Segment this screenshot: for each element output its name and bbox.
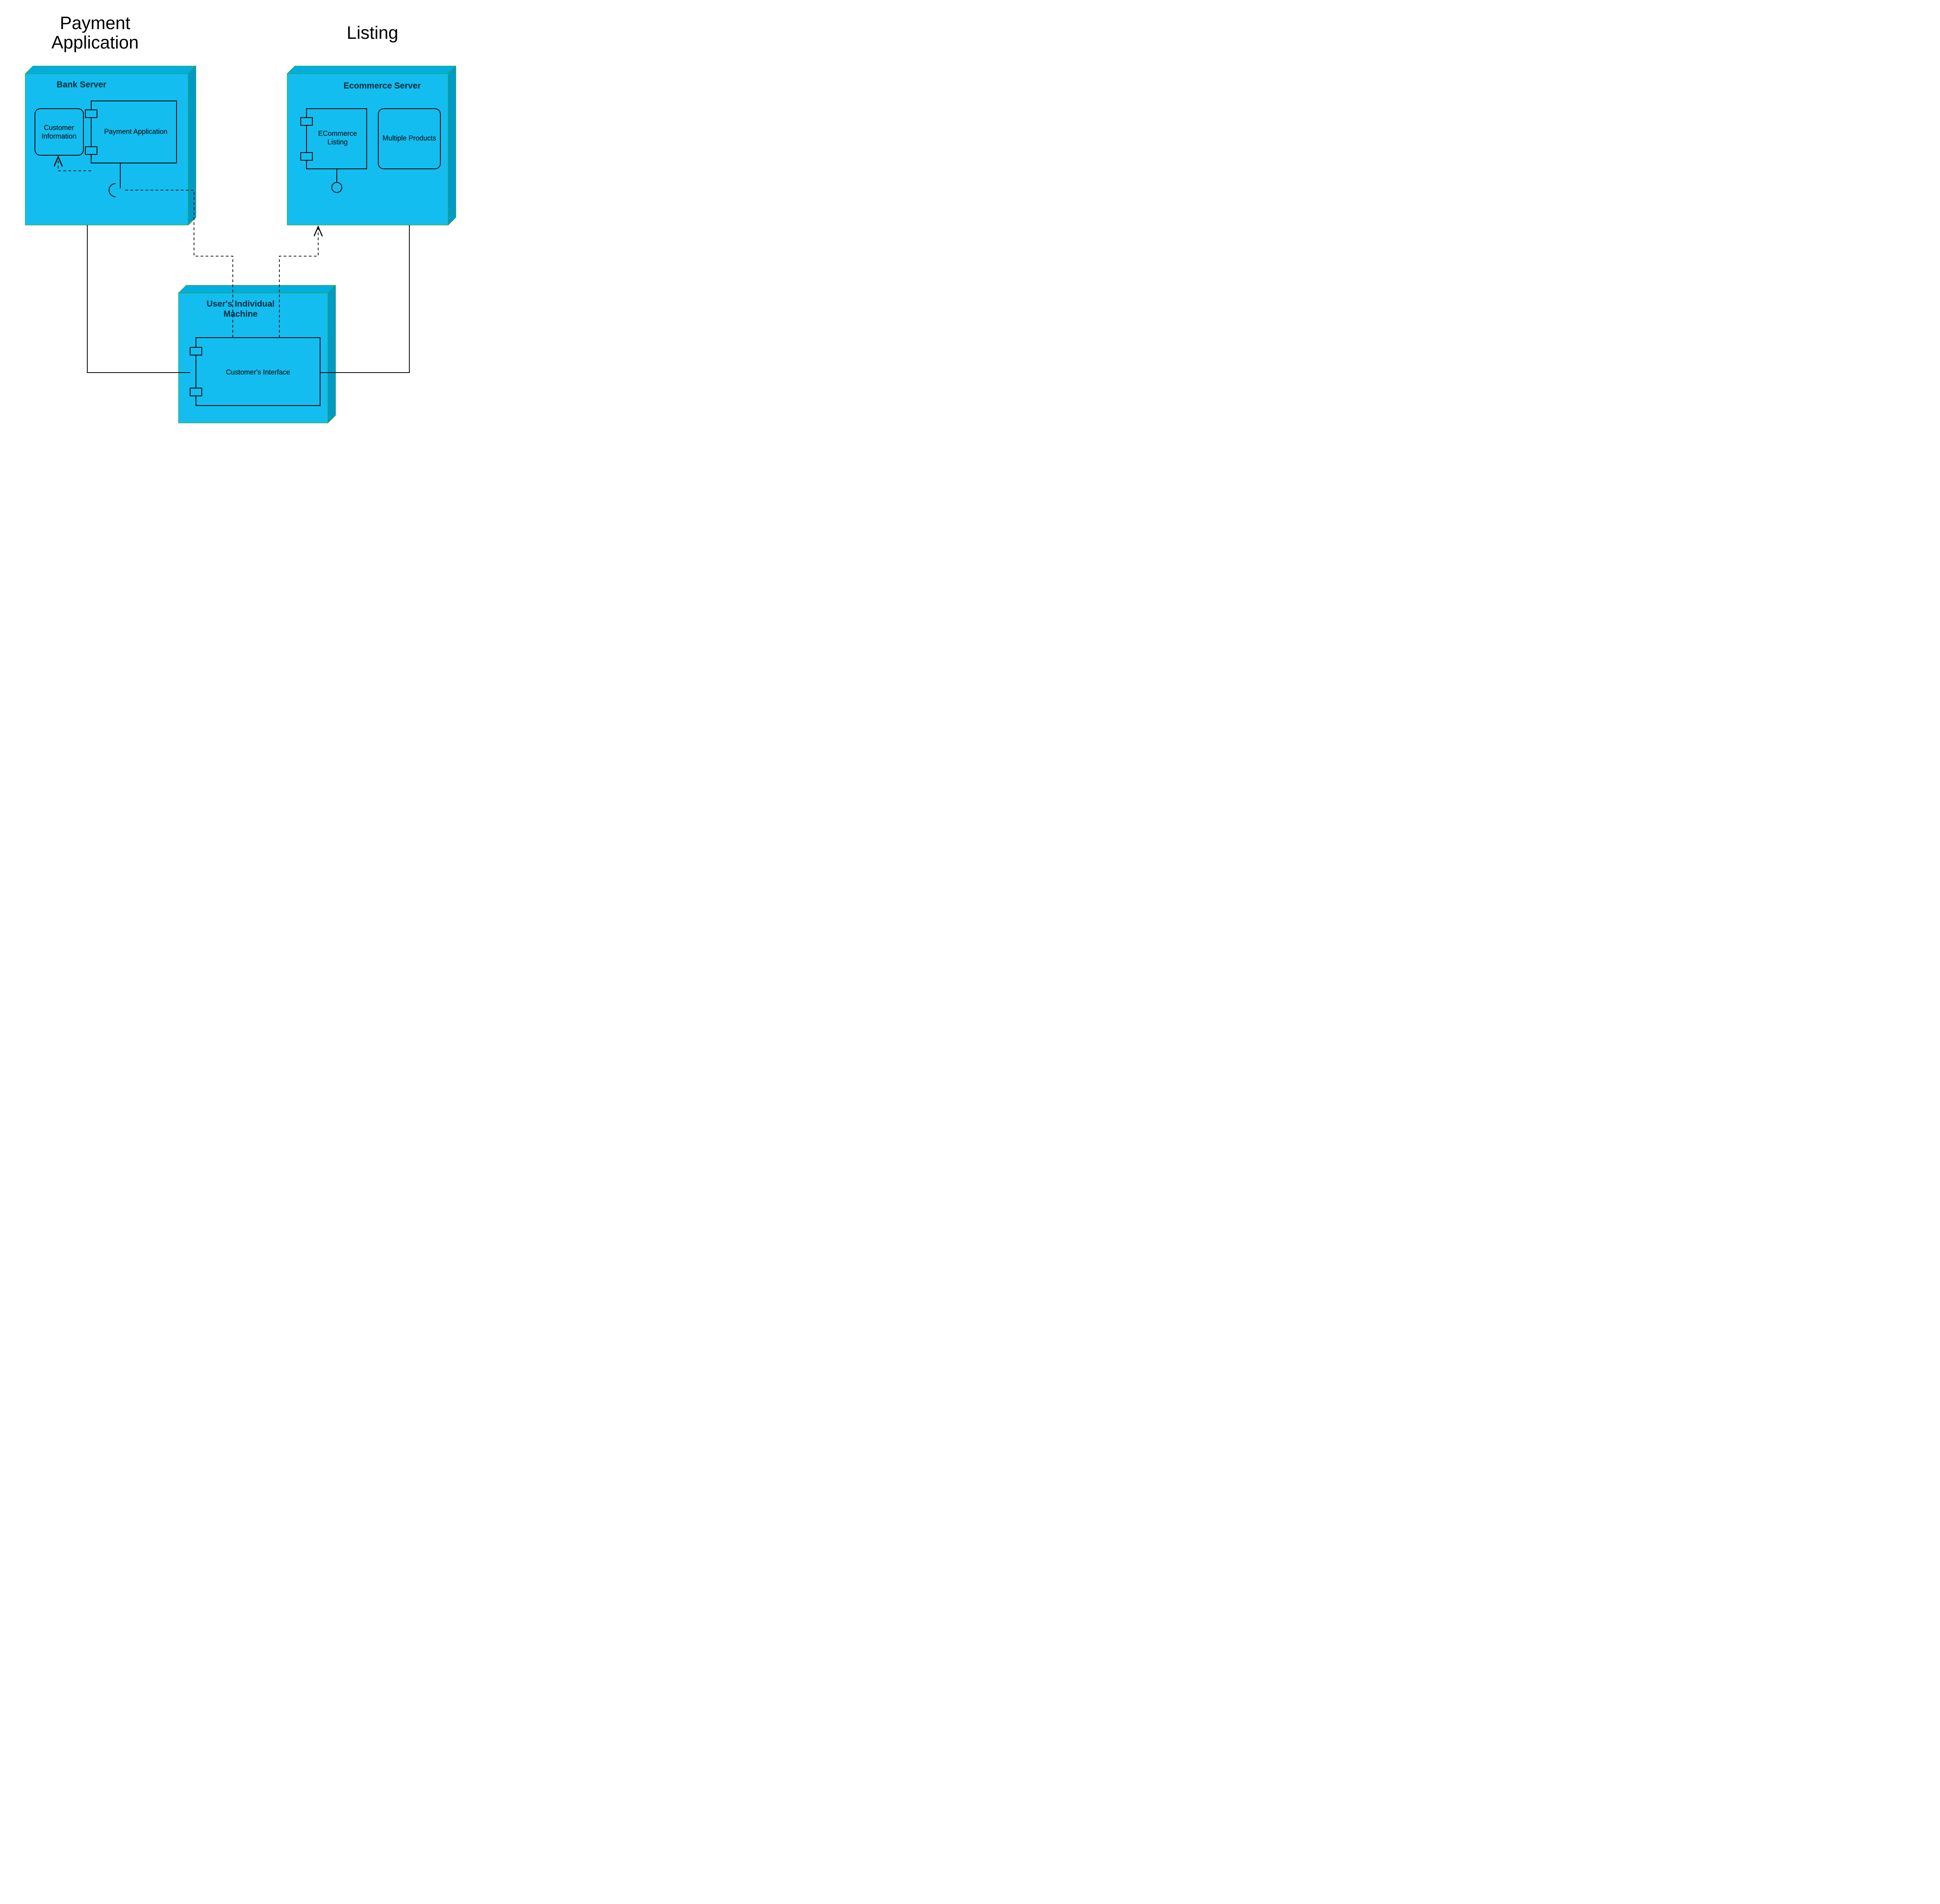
ecommerce-listing-label-2: Listing bbox=[327, 138, 348, 146]
bank-server-title: Bank Server bbox=[57, 80, 107, 89]
title-payment-line2: Application bbox=[51, 32, 139, 52]
external-title-right: Listing bbox=[347, 23, 398, 43]
user-machine-title-line2: Machine bbox=[223, 309, 258, 319]
multiple-products-label: Multiple Products bbox=[383, 134, 436, 142]
ecommerce-server-node: Ecommerce Server ECommerce Listing Multi… bbox=[287, 66, 456, 225]
component-port-icon bbox=[190, 347, 202, 355]
payment-application-label: Payment Application bbox=[104, 128, 167, 135]
component-port-icon bbox=[301, 153, 312, 160]
title-payment-line1: Payment bbox=[60, 13, 130, 33]
ecommerce-server-title: Ecommerce Server bbox=[343, 81, 421, 90]
customer-information-label-1: Customer bbox=[44, 124, 74, 132]
component-port-icon bbox=[85, 110, 97, 118]
component-port-icon bbox=[85, 147, 97, 154]
customers-interface-label: Customer's Interface bbox=[226, 368, 290, 376]
user-machine-node: User's Individual Machine Customer's Int… bbox=[178, 285, 336, 423]
bank-server-node: Bank Server Customer Information Payment… bbox=[25, 66, 196, 225]
external-title-left: Payment Application bbox=[51, 13, 139, 52]
component-port-icon bbox=[190, 388, 202, 396]
ecommerce-listing-label-1: ECommerce bbox=[318, 130, 357, 137]
connector-bank-to-user bbox=[87, 225, 190, 373]
component-port-icon bbox=[301, 118, 312, 125]
user-machine-title-line1: User's Individual bbox=[206, 299, 274, 309]
diagram-canvas: Payment Application Listing Bank Server … bbox=[0, 0, 466, 446]
customer-information-label-2: Information bbox=[42, 132, 76, 140]
